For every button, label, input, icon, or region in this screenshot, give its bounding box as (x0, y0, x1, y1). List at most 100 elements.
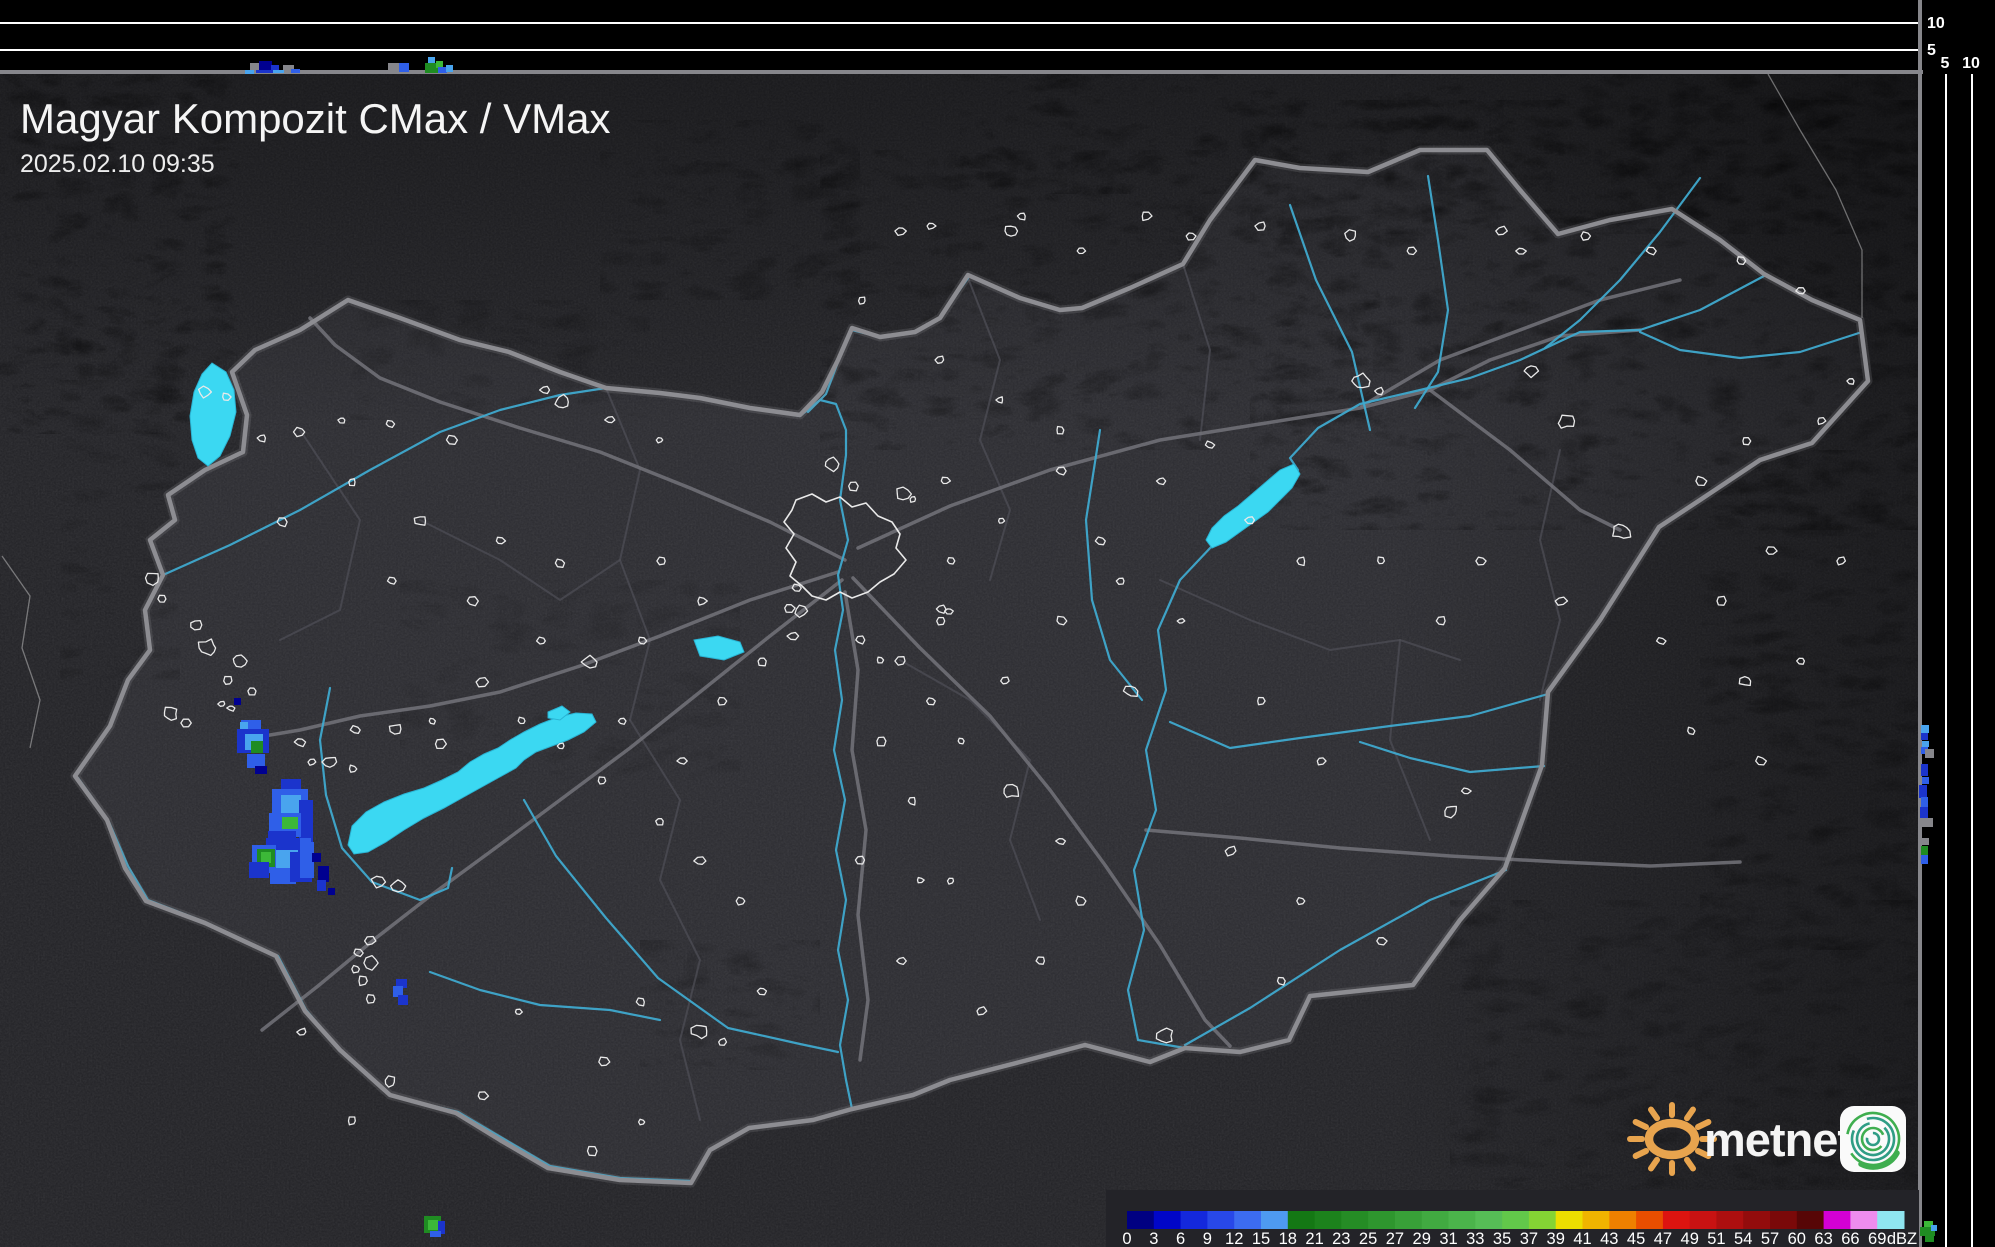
legend-tick-label: 18 (1279, 1230, 1297, 1247)
cross-section-echo-cell (1921, 725, 1929, 733)
legend-tick-label: 41 (1573, 1230, 1591, 1247)
legend-tick-label: 29 (1413, 1230, 1431, 1247)
legend-tick-label: 45 (1627, 1230, 1645, 1247)
cross-section-echo-cell (273, 70, 284, 73)
radar-echo-cell (281, 795, 301, 813)
radar-echo-cell (318, 866, 329, 882)
legend-color-segment (1475, 1211, 1503, 1229)
legend-color-segment (1877, 1211, 1905, 1229)
radar-echo-cell (261, 852, 271, 863)
axis-tick-label: 10 (1962, 55, 1980, 72)
legend-tick-label: 69 (1868, 1230, 1886, 1247)
legend-color-segment (1394, 1211, 1423, 1229)
axis-tick-label: 10 (1927, 15, 1945, 32)
radar-echo-cell (300, 842, 314, 878)
radar-echo-cell (430, 1231, 441, 1237)
legend-tick-label: 9 (1203, 1230, 1212, 1247)
legend-color-segment (1636, 1211, 1664, 1229)
radar-echo-cell (247, 754, 265, 768)
legend-tick-label: 63 (1814, 1230, 1832, 1247)
legend-tick-label: 23 (1332, 1230, 1350, 1247)
radar-echo-cell (240, 722, 248, 730)
cross-section-echo-cell (428, 57, 435, 64)
legend-color-segment (1555, 1211, 1583, 1229)
legend-color-segment (1421, 1211, 1449, 1229)
height-scale-line (0, 49, 1919, 51)
legend-unit-label: dBZ (1887, 1230, 1917, 1247)
legend-tick-label: 51 (1707, 1230, 1725, 1247)
legend-tick-label: 35 (1493, 1230, 1511, 1247)
cross-section-echo-cell (399, 63, 409, 72)
radar-echo-cell (249, 862, 269, 878)
legend-color-segment (1823, 1211, 1851, 1229)
legend-tick-label: 0 (1122, 1230, 1131, 1247)
cross-section-echo-cell (245, 70, 254, 74)
right-panel-divider (1918, 0, 1922, 1247)
terrain-layer (0, 74, 1930, 1247)
height-scale-line (1945, 74, 1947, 1247)
legend-tick-label: 57 (1761, 1230, 1779, 1247)
legend-tick-label: 60 (1788, 1230, 1806, 1247)
cross-section-echo-cell (256, 70, 271, 73)
radar-echo-cell (234, 698, 241, 705)
legend-color-segment (1448, 1211, 1476, 1229)
legend-color-segment (1502, 1211, 1530, 1229)
cross-section-echo-cell (250, 63, 260, 71)
legend-tick-label: 21 (1305, 1230, 1323, 1247)
radar-composite-viewer: 10 5 5 10 0 3 6 9 12 15 18 21 23 25 27 29 31 33 35 37 39 41 4… (0, 0, 1995, 1247)
cross-section-echo-cell (1921, 855, 1928, 864)
legend-color-segment (1207, 1211, 1235, 1229)
legend-tick-label: 39 (1547, 1230, 1565, 1247)
app-icon (1840, 1106, 1906, 1172)
legend-tick-label: 33 (1466, 1230, 1484, 1247)
legend-color-segment (1341, 1211, 1369, 1229)
radar-echo-cell (255, 766, 267, 774)
legend-tick-label: 49 (1681, 1230, 1699, 1247)
radar-echo-cell (251, 741, 263, 753)
height-scale-line (0, 22, 1919, 24)
cross-section-echo-cell (438, 67, 447, 73)
map-timestamp: 2025.02.10 09:35 (20, 150, 215, 178)
page-title: Magyar Kompozit CMax / VMax (20, 95, 611, 142)
legend-color-segment (1287, 1211, 1316, 1229)
legend-tick-label: 6 (1176, 1230, 1185, 1247)
cross-section-echo-cell (291, 69, 300, 73)
cross-section-echo-cell (1922, 777, 1929, 784)
legend-tick-label: 54 (1734, 1230, 1752, 1247)
legend-tick-label: 3 (1149, 1230, 1158, 1247)
legend-color-segment (1770, 1211, 1798, 1229)
legend-tick-label: 25 (1359, 1230, 1377, 1247)
legend-color-segment (1743, 1211, 1771, 1229)
legend-panel: 0 3 6 9 12 15 18 21 23 25 27 29 31 33 35 37 39 41 43 45 47 49… (1106, 1190, 1919, 1247)
app-icon-background (1840, 1106, 1906, 1172)
cross-section-echo-cell (1921, 846, 1928, 855)
cross-section-echo-cell (1922, 838, 1929, 845)
legend-color-segment (1796, 1211, 1825, 1229)
legend-color-segment (1314, 1211, 1342, 1229)
cross-section-echo-cell (1925, 1235, 1934, 1242)
cross-section-echo-cell (388, 63, 399, 72)
logo-wordmark: metnet (1704, 1113, 1853, 1166)
legend-color-segment (1234, 1211, 1262, 1229)
radar-echo-cell (398, 995, 408, 1005)
top-cross-section-panel (0, 0, 1995, 71)
radar-map-svg: 1055 10 0 3 6 9 12 15 18 21 23 25 27 29 31 33 35 37 39 41 4… (0, 0, 1995, 1247)
cross-section-echo-cell (1922, 818, 1933, 827)
legend-color-segment (1368, 1211, 1396, 1229)
legend-tick-label: 66 (1841, 1230, 1859, 1247)
cross-section-echo-cell (1921, 797, 1928, 808)
height-scale-line (1971, 74, 1973, 1247)
cross-section-echo-cell (1919, 785, 1927, 798)
legend-color-segment (1127, 1211, 1155, 1229)
legend-color-segment (1689, 1211, 1717, 1229)
cross-section-echo-cell (1920, 807, 1928, 818)
cross-section-echo-cell (1925, 749, 1934, 758)
axis-tick-label: 5 (1927, 42, 1936, 59)
cross-section-echo-cell (1921, 764, 1928, 776)
right-shading (0, 74, 1919, 1247)
legend-tick-label: 12 (1225, 1230, 1243, 1247)
radar-echo-cell (317, 880, 326, 891)
radar-echo-cell (282, 817, 298, 829)
legend-tick-label: 27 (1386, 1230, 1404, 1247)
cross-section-echo-cell (1921, 733, 1928, 740)
